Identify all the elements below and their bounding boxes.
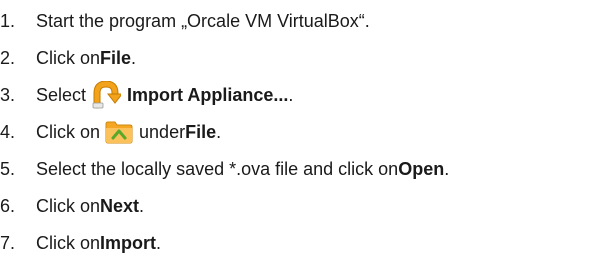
step-number: 6. xyxy=(0,195,16,216)
step-number: 3. xyxy=(0,84,16,105)
step-4: 4. Click on under File . xyxy=(0,114,221,150)
step-6: 6. Click on Next . xyxy=(0,188,144,224)
step-punctuation: . xyxy=(139,195,145,216)
step-text: Click on xyxy=(36,195,101,216)
step-punctuation: . xyxy=(288,84,294,105)
step-text: Click on xyxy=(36,232,101,253)
step-7: 7. Click on Import . xyxy=(0,225,161,261)
import-appliance-icon xyxy=(91,81,122,109)
step-text: Select the locally saved *.ova file and … xyxy=(36,158,399,179)
step-2: 2. Click on File . xyxy=(0,40,136,76)
step-text: Click on xyxy=(36,47,101,68)
step-punctuation: . xyxy=(156,232,162,253)
step-3: 3. Select Import Appliance... . xyxy=(0,77,293,113)
step-text: Start the program „Orcale VM VirtualBox“… xyxy=(36,10,370,31)
step-number: 5. xyxy=(0,158,16,179)
menu-file-label: File xyxy=(100,47,132,68)
step-text: Click on xyxy=(36,121,101,142)
step-number: 7. xyxy=(0,232,16,253)
step-5: 5. Select the locally saved *.ova file a… xyxy=(0,151,449,187)
step-punctuation: . xyxy=(131,47,137,68)
step-number: 1. xyxy=(0,10,16,31)
step-text: Select xyxy=(36,84,87,105)
step-1: 1. Start the program „Orcale VM VirtualB… xyxy=(0,3,370,39)
import-appliance-label: Import Appliance... xyxy=(127,84,289,105)
open-button-label: Open xyxy=(398,158,445,179)
menu-file-label: File xyxy=(185,121,217,142)
next-button-label: Next xyxy=(100,195,140,216)
step-number: 4. xyxy=(0,121,16,142)
folder-icon xyxy=(105,120,133,144)
step-punctuation: . xyxy=(216,121,222,142)
step-text: under xyxy=(139,121,186,142)
step-number: 2. xyxy=(0,47,16,68)
import-button-label: Import xyxy=(100,232,157,253)
step-punctuation: . xyxy=(444,158,450,179)
